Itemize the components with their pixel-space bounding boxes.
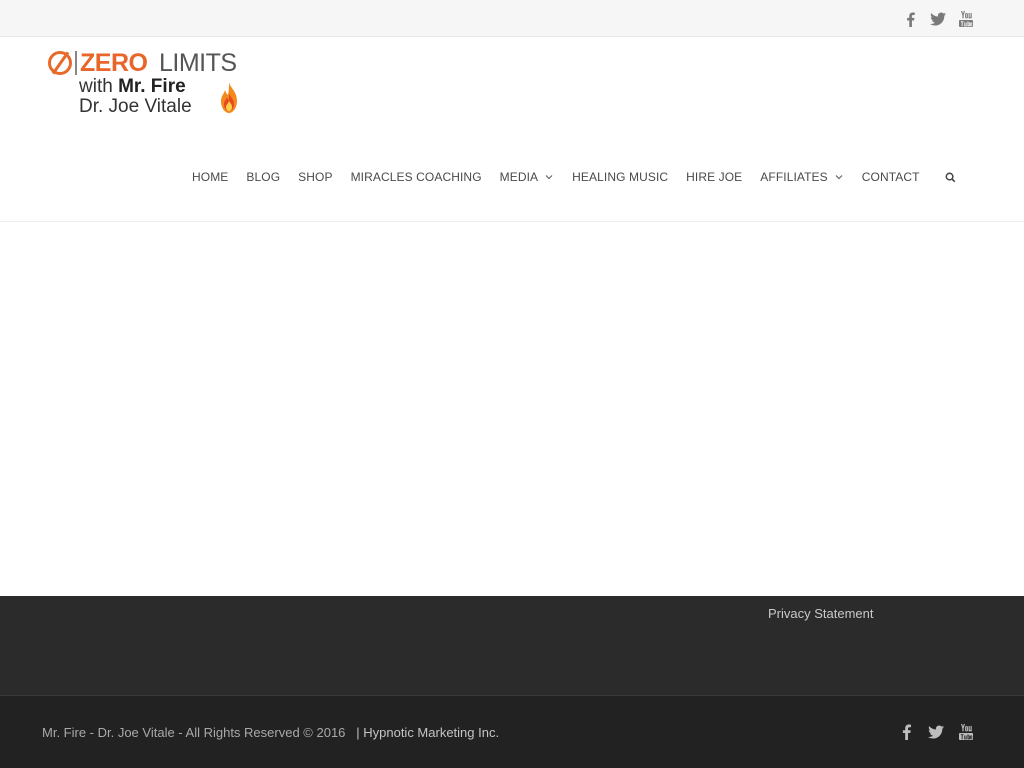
nav-media-label: MEDIA	[499, 170, 539, 184]
twitter-icon[interactable]	[928, 723, 944, 741]
nav-healing-music[interactable]: HEALING MUSIC	[572, 170, 668, 184]
footer-bottom: Mr. Fire - Dr. Joe Vitale - All Rights R…	[0, 695, 1024, 768]
copyright-text: Mr. Fire - Dr. Joe Vitale - All Rights R…	[42, 725, 499, 740]
zero-mark-icon	[48, 51, 72, 75]
copyright: Mr. Fire - Dr. Joe Vitale - All Rights R…	[42, 725, 346, 740]
twitter-icon[interactable]	[930, 10, 946, 28]
company-link[interactable]: | Hypnotic Marketing Inc.	[356, 725, 499, 740]
nav-home[interactable]: HOME	[192, 170, 228, 184]
logo-separator	[75, 51, 77, 75]
nav-blog[interactable]: BLOG	[246, 170, 280, 184]
nav-hire-joe[interactable]: HIRE JOE	[686, 170, 742, 184]
facebook-icon[interactable]	[898, 723, 914, 741]
nav-shop[interactable]: SHOP	[298, 170, 332, 184]
main-nav: HOME BLOG SHOP MIRACLES COACHING MEDIA H…	[192, 167, 958, 187]
chevron-down-icon	[545, 175, 553, 180]
logo-name: Dr. Joe Vitale	[79, 96, 192, 117]
nav-affiliates-label: AFFILIATES	[760, 170, 828, 184]
youtube-icon[interactable]	[958, 723, 974, 741]
facebook-icon[interactable]	[902, 10, 918, 28]
top-bar	[0, 0, 1024, 37]
logo-with: with Mr. Fire	[79, 76, 186, 97]
site-header: ZERO LIMITS with Mr. Fire Dr. Joe Vitale…	[0, 37, 1024, 222]
footer-social-links	[898, 723, 974, 741]
main-content	[0, 222, 1024, 596]
footer-widgets: Privacy Statement	[0, 596, 1024, 695]
top-social-links	[902, 10, 974, 28]
site-logo[interactable]: ZERO LIMITS with Mr. Fire Dr. Joe Vitale	[46, 49, 246, 117]
logo-limits: LIMITS	[159, 49, 237, 77]
nav-contact[interactable]: CONTACT	[862, 170, 920, 184]
nav-affiliates[interactable]: AFFILIATES	[760, 170, 843, 184]
nav-media[interactable]: MEDIA	[500, 170, 555, 184]
search-icon[interactable]	[944, 170, 958, 184]
nav-miracles-coaching[interactable]: MIRACLES COACHING	[351, 170, 482, 184]
flame-icon	[221, 82, 237, 113]
privacy-statement-link[interactable]: Privacy Statement	[768, 606, 874, 621]
chevron-down-icon	[835, 175, 843, 180]
youtube-icon[interactable]	[958, 10, 974, 28]
logo-zero: ZERO	[80, 49, 148, 77]
